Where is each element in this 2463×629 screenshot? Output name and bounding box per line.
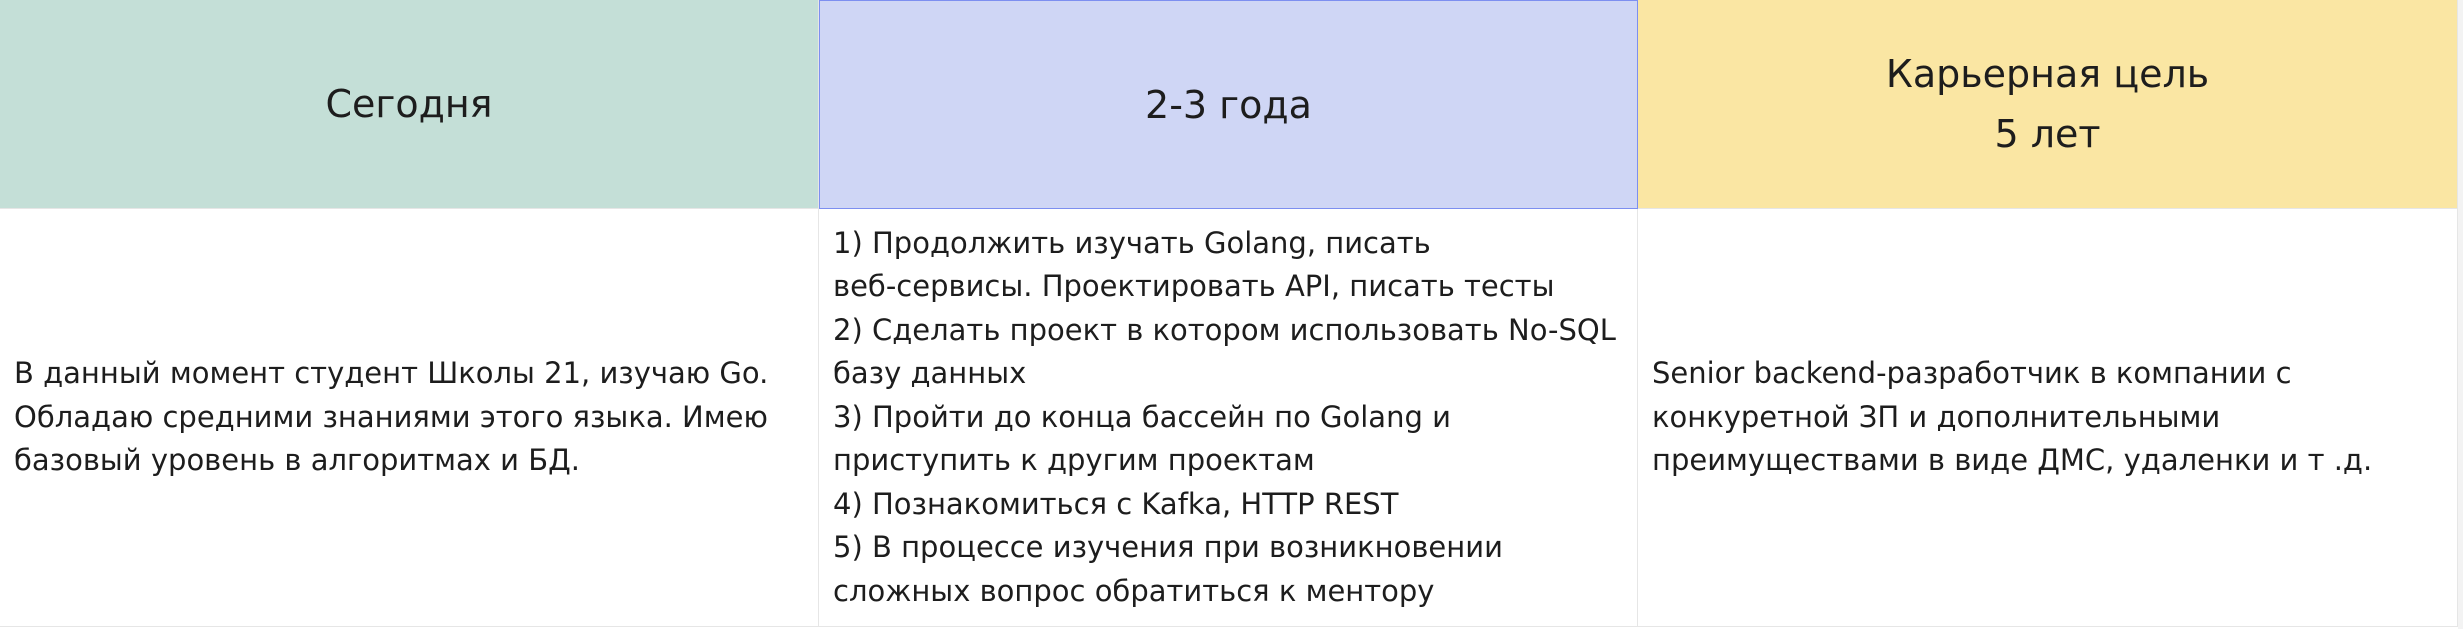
cell-2-3-years[interactable]: 1) Продолжить изучать Golang, писать веб… xyxy=(819,209,1638,627)
next-column-edge xyxy=(2458,0,2463,629)
cell-career-goal[interactable]: Senior backend-разработчик в компании с … xyxy=(1638,209,2458,627)
header-cell-career-goal[interactable]: Карьерная цель 5 лет xyxy=(1638,0,2458,209)
header-cell-2-3-years[interactable]: 2-3 года xyxy=(819,0,1638,209)
cell-today[interactable]: В данный момент студент Школы 21, изучаю… xyxy=(0,209,819,627)
career-plan-table: Сегодня 2-3 года Карьерная цель 5 лет В … xyxy=(0,0,2458,627)
header-cell-today[interactable]: Сегодня xyxy=(0,0,819,209)
